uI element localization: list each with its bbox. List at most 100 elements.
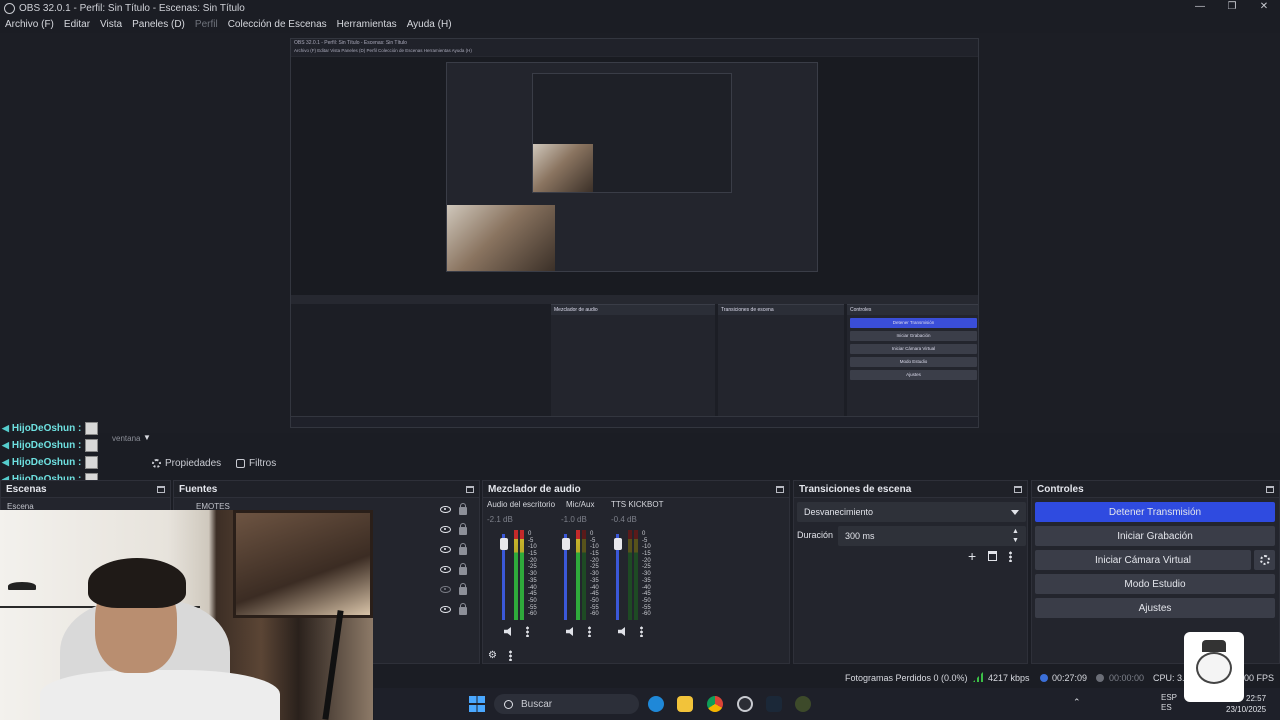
file-explorer-icon[interactable] bbox=[677, 696, 693, 712]
nested-menu: Archivo (F) Editar Vista Paneles (D) Per… bbox=[291, 48, 978, 56]
windows-start-icon[interactable] bbox=[469, 696, 485, 712]
kebab-menu-icon[interactable] bbox=[526, 626, 529, 637]
undock-icon[interactable] bbox=[1266, 485, 1274, 493]
undock-icon[interactable] bbox=[157, 485, 165, 493]
kebab-menu-icon[interactable] bbox=[1009, 550, 1013, 562]
emote-icon bbox=[85, 456, 99, 469]
scale-tick: -20 bbox=[528, 557, 537, 564]
menu-help[interactable]: Ayuda (H) bbox=[402, 19, 457, 30]
settings-button[interactable]: Ajustes bbox=[1035, 598, 1275, 618]
dropped-frames: Fotogramas Perdidos 0 (0.0%) bbox=[845, 673, 968, 683]
scale-tick: -40 bbox=[590, 584, 599, 591]
menu-file[interactable]: Archivo (F) bbox=[0, 19, 59, 30]
properties-label: Propiedades bbox=[165, 457, 222, 469]
tray-chevron-icon[interactable]: ⌃ bbox=[1073, 697, 1081, 708]
advanced-audio-icon[interactable]: ⚙ bbox=[488, 650, 497, 661]
undock-icon[interactable] bbox=[1014, 485, 1022, 493]
undock-icon[interactable] bbox=[776, 485, 784, 493]
kebab-menu-icon[interactable] bbox=[508, 650, 512, 661]
menu-profile[interactable]: Perfil bbox=[190, 19, 223, 30]
duration-input[interactable]: 300 ms bbox=[838, 526, 1026, 546]
menu-tools[interactable]: Herramientas bbox=[332, 19, 402, 30]
chat-user: HijoDeOshun : bbox=[11, 457, 82, 468]
visibility-eye-icon[interactable] bbox=[440, 605, 451, 613]
properties-button[interactable]: Propiedades bbox=[152, 455, 221, 471]
lock-icon[interactable] bbox=[459, 522, 467, 535]
scale-tick: -15 bbox=[642, 551, 651, 558]
filters-button[interactable]: Filtros bbox=[236, 455, 276, 471]
add-transition-icon[interactable]: + bbox=[968, 549, 976, 563]
start-recording-button[interactable]: Iniciar Grabación bbox=[1035, 526, 1275, 546]
steam-icon[interactable] bbox=[766, 696, 782, 712]
trash-icon[interactable] bbox=[988, 551, 998, 561]
minimize-button[interactable]: — bbox=[1184, 0, 1216, 16]
menu-scene-collection[interactable]: Colección de Escenas bbox=[223, 19, 332, 30]
mixer-footer: ⚙ bbox=[488, 650, 512, 661]
virtual-camera-settings-button[interactable] bbox=[1254, 550, 1275, 570]
fader-knob[interactable] bbox=[562, 538, 570, 551]
maximize-button[interactable]: ❐ bbox=[1216, 0, 1248, 16]
edge-icon[interactable] bbox=[648, 696, 664, 712]
visibility-eye-icon[interactable] bbox=[440, 525, 451, 533]
speaker-icon[interactable] bbox=[504, 627, 511, 636]
scale-tick: -10 bbox=[642, 544, 651, 551]
preview-canvas[interactable]: OBS 32.0.1 - Perfil: Sin Título - Escena… bbox=[0, 33, 1280, 433]
scale-tick: -55 bbox=[590, 604, 599, 611]
properties-gear-icon bbox=[152, 458, 161, 468]
obs-logo-icon bbox=[4, 2, 15, 14]
transitions-header: Transiciones de escena bbox=[794, 481, 1027, 498]
menu-edit[interactable]: Editar bbox=[59, 19, 95, 30]
app-icon[interactable] bbox=[795, 696, 811, 712]
scale-tick: -60 bbox=[642, 611, 651, 618]
fader-knob[interactable] bbox=[500, 538, 508, 551]
scale-tick: -45 bbox=[642, 591, 651, 598]
level-bar bbox=[576, 530, 580, 620]
transitions-title: Transiciones de escena bbox=[799, 483, 912, 495]
transition-select[interactable]: Desvanecimiento bbox=[797, 502, 1026, 522]
speaker-icon[interactable] bbox=[618, 627, 625, 636]
bitrate: 4217 kbps bbox=[988, 673, 1030, 683]
input-language[interactable]: ESP ES bbox=[1161, 693, 1177, 713]
stream-status-icon bbox=[1040, 674, 1048, 682]
studio-mode-button[interactable]: Modo Estudio bbox=[1035, 574, 1275, 594]
source-row-controls bbox=[440, 522, 476, 535]
controls-header: Controles bbox=[1032, 481, 1279, 498]
duration-stepper[interactable]: ▲ ▼ bbox=[1012, 527, 1019, 545]
close-button[interactable]: ✕ bbox=[1248, 0, 1280, 16]
nested-preview-level-2 bbox=[446, 62, 818, 272]
lock-icon[interactable] bbox=[459, 542, 467, 555]
scale-tick: -10 bbox=[528, 544, 537, 551]
taskbar-search[interactable]: Buscar bbox=[494, 694, 639, 714]
visibility-eye-icon[interactable] bbox=[440, 505, 451, 513]
undock-icon[interactable] bbox=[466, 485, 474, 493]
lock-icon[interactable] bbox=[459, 582, 467, 595]
sticker-character bbox=[1196, 652, 1232, 684]
lock-icon[interactable] bbox=[459, 602, 467, 615]
menu-docks[interactable]: Paneles (D) bbox=[127, 19, 190, 30]
scale-tick: -15 bbox=[528, 551, 537, 558]
scale-tick: -55 bbox=[528, 604, 537, 611]
kebab-menu-icon[interactable] bbox=[588, 626, 591, 637]
nested-docks: Controles Detener Transmisión Iniciar Gr… bbox=[291, 304, 978, 416]
stop-streaming-button[interactable]: Detener Transmisión bbox=[1035, 502, 1275, 522]
speaker-icon[interactable] bbox=[566, 627, 573, 636]
source-dropdown-icon[interactable]: ▼ bbox=[143, 433, 151, 442]
lock-icon[interactable] bbox=[459, 562, 467, 575]
fader-knob[interactable] bbox=[614, 538, 622, 551]
channel-controls bbox=[618, 626, 643, 637]
visibility-eye-hidden-icon[interactable] bbox=[440, 585, 451, 593]
visibility-eye-icon[interactable] bbox=[440, 545, 451, 553]
chat-line: ◀HijoDeOshun : bbox=[2, 437, 202, 454]
source-row-controls bbox=[440, 502, 476, 515]
chrome-icon[interactable] bbox=[707, 696, 723, 712]
search-icon bbox=[504, 699, 513, 709]
menu-bar: Archivo (F) Editar Vista Paneles (D) Per… bbox=[0, 16, 1280, 33]
menu-view[interactable]: Vista bbox=[95, 19, 127, 30]
kebab-menu-icon[interactable] bbox=[640, 626, 643, 637]
obs-taskbar-icon[interactable] bbox=[737, 696, 753, 712]
channel-db: -2.1 dB bbox=[487, 515, 513, 524]
nested-transitions-dock: Transiciones de escena bbox=[718, 304, 844, 416]
visibility-eye-icon[interactable] bbox=[440, 565, 451, 573]
start-virtual-camera-button[interactable]: Iniciar Cámara Virtual bbox=[1035, 550, 1251, 570]
lock-icon[interactable] bbox=[459, 502, 467, 515]
